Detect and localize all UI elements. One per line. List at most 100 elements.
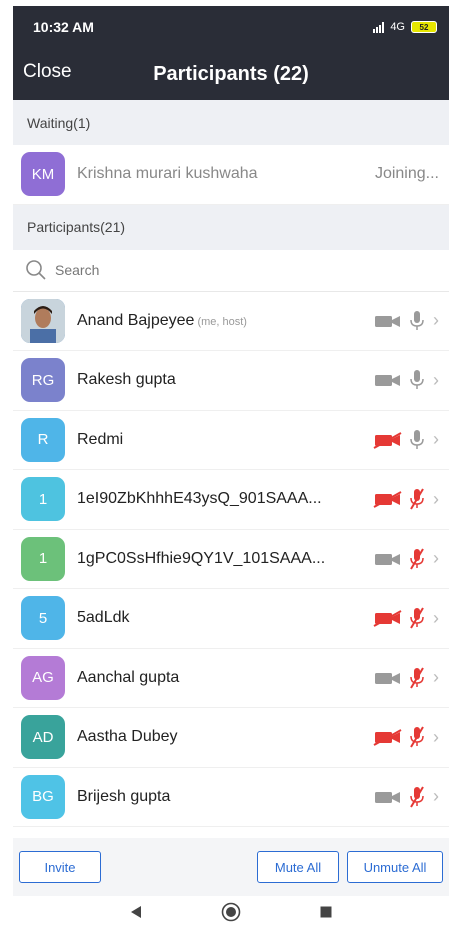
camera-icon	[373, 610, 402, 628]
action-bar: Invite Mute All Unmute All	[13, 838, 449, 896]
chevron-right-icon[interactable]: ›	[433, 370, 439, 391]
mic-icon	[410, 786, 424, 808]
chevron-right-icon[interactable]: ›	[433, 727, 439, 748]
participant-name-text: 1eI90ZbKhhhE43ysQ_901SAAA...	[77, 490, 322, 508]
participant-name: 1eI90ZbKhhhE43ysQ_901SAAA...	[77, 490, 365, 508]
signal-icon	[373, 21, 385, 33]
camera-icon	[375, 553, 400, 565]
waiting-list-item[interactable]: KM Krishna murari kushwaha Joining...	[13, 145, 449, 205]
participant-row[interactable]: 1 1eI90ZbKhhhE43ysQ_901SAAA... ›	[13, 470, 449, 530]
avatar: KM	[21, 152, 65, 197]
mic-icon	[410, 607, 424, 629]
mic-icon	[410, 726, 424, 748]
home-icon[interactable]	[221, 902, 241, 922]
battery-icon: 52	[411, 21, 437, 33]
avatar: R	[21, 417, 65, 462]
participant-name: 5adLdk	[77, 609, 365, 627]
avatar: 5	[21, 596, 65, 641]
mic-icon	[410, 488, 424, 510]
avatar: AD	[21, 715, 65, 760]
chevron-right-icon[interactable]: ›	[433, 489, 439, 510]
mic-icon	[410, 548, 424, 570]
nav-bar: Close Participants (22)	[13, 48, 449, 100]
participant-role-tag: (me, host)	[197, 315, 247, 328]
back-icon[interactable]	[129, 905, 143, 919]
participant-name-text: 5adLdk	[77, 609, 130, 627]
participant-name-text: 1gPC0SsHfhie9QY1V_101SAAA...	[77, 549, 326, 567]
search-icon	[26, 260, 46, 280]
chevron-right-icon[interactable]: ›	[433, 429, 439, 450]
participant-name: Redmi	[77, 431, 365, 449]
participant-name: Aanchal gupta	[77, 669, 365, 687]
search-input[interactable]: Search	[55, 262, 99, 278]
participant-media-status	[373, 428, 427, 452]
avatar: BG	[21, 774, 65, 819]
chevron-right-icon[interactable]: ›	[433, 667, 439, 688]
avatar: AG	[21, 655, 65, 700]
participant-row[interactable]: AG Aanchal gupta ›	[13, 649, 449, 708]
participant-media-status	[373, 368, 427, 392]
participant-name-text: Rakesh gupta	[77, 371, 176, 389]
participant-row[interactable]: AD Aastha Dubey ›	[13, 708, 449, 768]
participant-name-text: Aastha Dubey	[77, 728, 178, 746]
participant-media-status	[373, 606, 427, 630]
close-button[interactable]: Close	[23, 61, 72, 83]
avatar: 1	[21, 477, 65, 522]
participants-section-header: Participants(21)	[13, 204, 449, 250]
camera-icon	[373, 729, 402, 747]
participant-name: Rakesh gupta	[77, 371, 365, 389]
participant-name-text: Redmi	[77, 430, 124, 448]
mic-icon	[410, 429, 424, 449]
joining-status: Joining...	[374, 165, 439, 183]
participant-name: Brijesh gupta	[77, 788, 365, 806]
status-time: 10:32 AM	[33, 19, 94, 35]
camera-icon	[375, 315, 400, 327]
participant-media-status	[373, 487, 427, 511]
status-indicators: 4G 52	[373, 21, 437, 33]
participant-media-status	[373, 785, 427, 809]
camera-icon	[373, 491, 402, 509]
zoom-participants-screen: 10:32 AM 4G 52 Close Participants (22) W…	[13, 6, 449, 926]
participant-name: Anand Bajpeyee (me, host)	[77, 312, 365, 330]
participant-name-text: Anand Bajpeyee	[77, 311, 195, 329]
participant-row[interactable]: BG Brijesh gupta ›	[13, 768, 449, 827]
participant-list: Anand Bajpeyee (me, host) › RG Rakesh gupta ›…	[13, 292, 449, 827]
chevron-right-icon[interactable]: ›	[433, 608, 439, 629]
participant-name-text: Brijesh gupta	[77, 787, 171, 805]
network-type: 4G	[390, 21, 405, 33]
camera-icon	[375, 672, 400, 684]
participant-media-status	[373, 309, 427, 333]
participant-name-text: Aanchal gupta	[77, 668, 180, 686]
page-title: Participants (22)	[153, 62, 309, 85]
participant-media-status	[373, 547, 427, 571]
participant-media-status	[373, 725, 427, 749]
camera-icon	[373, 431, 402, 449]
chevron-right-icon[interactable]: ›	[433, 548, 439, 569]
mute-all-button[interactable]: Mute All	[257, 851, 339, 883]
avatar: 1	[21, 536, 65, 581]
waiting-participant-name: Krishna murari kushwaha	[77, 165, 258, 183]
status-bar: 10:32 AM 4G 52	[13, 6, 449, 48]
participant-row[interactable]: 5 5adLdk ›	[13, 589, 449, 649]
participant-media-status	[373, 666, 427, 690]
participant-name: Aastha Dubey	[77, 728, 365, 746]
chevron-right-icon[interactable]: ›	[433, 310, 439, 331]
unmute-all-button[interactable]: Unmute All	[347, 851, 443, 883]
waiting-section-header: Waiting(1)	[13, 100, 449, 145]
recents-icon[interactable]	[319, 905, 333, 919]
avatar	[21, 298, 65, 343]
participant-row[interactable]: RG Rakesh gupta ›	[13, 351, 449, 411]
search-bar[interactable]: Search	[13, 250, 449, 292]
profile-photo-icon	[21, 298, 65, 343]
mic-icon	[410, 370, 424, 390]
invite-button[interactable]: Invite	[19, 851, 101, 883]
chevron-right-icon[interactable]: ›	[433, 786, 439, 807]
mic-icon	[410, 667, 424, 689]
participant-row[interactable]: 1 1gPC0SsHfhie9QY1V_101SAAA... ›	[13, 530, 449, 589]
participant-row[interactable]: Anand Bajpeyee (me, host) ›	[13, 292, 449, 351]
avatar: RG	[21, 358, 65, 403]
participant-row[interactable]: R Redmi ›	[13, 411, 449, 470]
battery-level: 52	[419, 22, 429, 32]
participant-name: 1gPC0SsHfhie9QY1V_101SAAA...	[77, 550, 365, 568]
android-nav-bar	[13, 898, 449, 926]
